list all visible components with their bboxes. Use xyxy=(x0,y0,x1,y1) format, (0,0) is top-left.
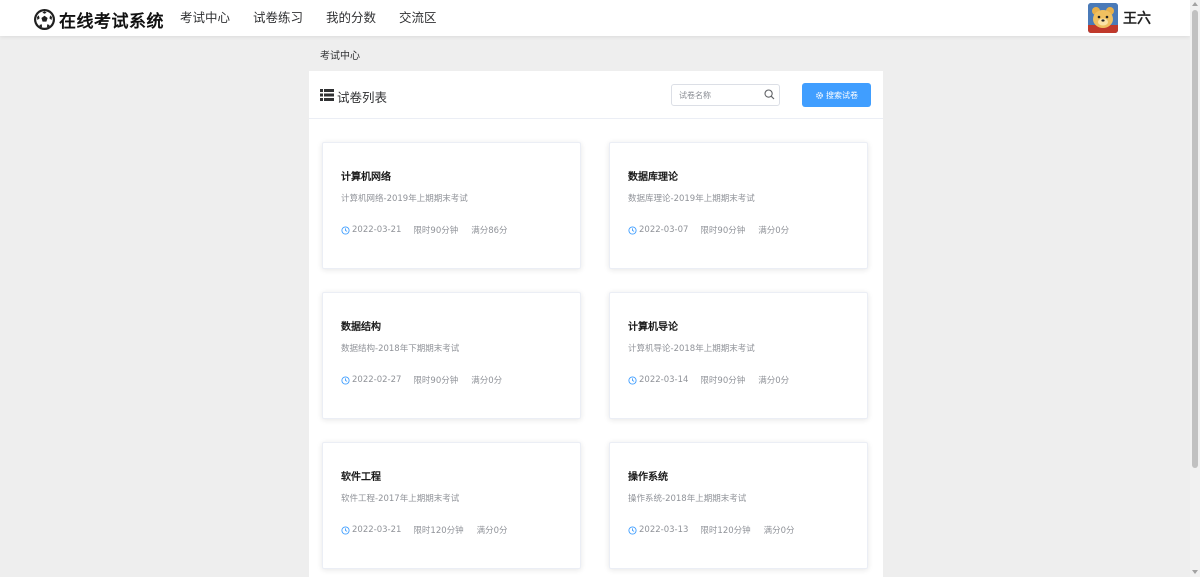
list-icon xyxy=(320,89,334,101)
exam-card[interactable]: 计算机网络 计算机网络-2019年上期期末考试 2022-03-21 限时90分… xyxy=(322,142,581,269)
search-exam-button-label: 搜索试卷 xyxy=(826,90,858,100)
exam-list-panel: 试卷列表 搜索试卷 计算机网络 计算机网络-2019年上期期末考试 2022-0… xyxy=(309,71,883,577)
nav-item-forum[interactable]: 交流区 xyxy=(399,0,437,36)
nav-item-my-scores[interactable]: 我的分数 xyxy=(326,0,376,36)
main-nav: 考试中心 试卷练习 我的分数 交流区 xyxy=(180,0,460,36)
exam-date: 2022-03-21 xyxy=(352,225,402,235)
exam-card[interactable]: 软件工程 软件工程-2017年上期期末考试 2022-03-21 限时120分钟… xyxy=(322,442,581,569)
exam-meta: 2022-03-14 限时90分钟 满分0分 xyxy=(628,374,789,386)
exam-full-score: 满分0分 xyxy=(758,376,790,386)
breadcrumb: 考试中心 xyxy=(320,51,360,62)
panel-title: 试卷列表 xyxy=(337,90,388,105)
site-title: 在线考试系统 xyxy=(59,11,164,32)
panel-header: 试卷列表 搜索试卷 xyxy=(309,71,883,119)
clock-icon xyxy=(341,525,350,535)
exam-full-score: 满分0分 xyxy=(471,376,503,386)
exam-date: 2022-03-21 xyxy=(352,525,402,535)
exam-meta: 2022-03-21 限时90分钟 满分86分 xyxy=(341,224,508,236)
exam-date: 2022-02-27 xyxy=(352,375,402,385)
exam-title[interactable]: 数据结构 xyxy=(341,318,381,333)
exam-title[interactable]: 数据库理论 xyxy=(628,168,678,183)
nav-item-paper-practice[interactable]: 试卷练习 xyxy=(253,0,303,36)
clock-icon xyxy=(628,525,637,535)
search-box[interactable] xyxy=(671,84,780,106)
exam-date: 2022-03-14 xyxy=(639,375,689,385)
exam-description: 操作系统-2018年上期期末考试 xyxy=(628,494,747,504)
clock-icon xyxy=(341,375,350,385)
user-name[interactable]: 王六 xyxy=(1123,8,1151,28)
scroll-down-arrow-icon[interactable] xyxy=(1192,570,1198,574)
logo[interactable]: 在线考试系统 xyxy=(34,8,164,32)
exam-duration: 限时90分钟 xyxy=(413,226,459,236)
page-scrollbar[interactable] xyxy=(1190,0,1200,577)
exam-description: 数据库理论-2019年上期期末考试 xyxy=(628,194,755,204)
scroll-up-arrow-icon[interactable] xyxy=(1192,2,1198,6)
exam-duration: 限时90分钟 xyxy=(413,376,459,386)
exam-meta: 2022-03-07 限时90分钟 满分0分 xyxy=(628,224,789,236)
exam-title[interactable]: 计算机网络 xyxy=(341,168,391,183)
top-navbar: 在线考试系统 考试中心 试卷练习 我的分数 交流区 王六 xyxy=(0,0,1190,36)
user-menu[interactable]: 王六 xyxy=(1088,3,1151,33)
exam-title[interactable]: 计算机导论 xyxy=(628,318,678,333)
exam-duration: 限时120分钟 xyxy=(700,526,751,536)
exam-card[interactable]: 数据结构 数据结构-2018年下期期末考试 2022-02-27 限时90分钟 … xyxy=(322,292,581,419)
scrollbar-thumb[interactable] xyxy=(1192,10,1198,468)
exam-full-score: 满分0分 xyxy=(763,526,795,536)
exam-title[interactable]: 操作系统 xyxy=(628,468,668,483)
clock-icon xyxy=(341,225,350,235)
exam-meta: 2022-03-21 限时120分钟 满分0分 xyxy=(341,524,508,536)
exam-date: 2022-03-13 xyxy=(639,525,689,535)
clock-icon xyxy=(628,375,637,385)
soccer-ball-icon xyxy=(34,8,55,30)
exam-meta: 2022-03-13 限时120分钟 满分0分 xyxy=(628,524,795,536)
search-exam-button[interactable]: 搜索试卷 xyxy=(802,83,871,107)
exam-duration: 限时90分钟 xyxy=(700,226,746,236)
exam-full-score: 满分0分 xyxy=(758,226,790,236)
exam-duration: 限时120分钟 xyxy=(413,526,464,536)
exam-card[interactable]: 计算机导论 计算机导论-2018年上期期末考试 2022-03-14 限时90分… xyxy=(609,292,868,419)
exam-description: 数据结构-2018年下期期末考试 xyxy=(341,344,460,354)
gear-icon xyxy=(816,91,823,99)
exam-date: 2022-03-07 xyxy=(639,225,689,235)
exam-duration: 限时90分钟 xyxy=(700,376,746,386)
nav-item-exam-center[interactable]: 考试中心 xyxy=(180,0,230,36)
exam-description: 计算机导论-2018年上期期末考试 xyxy=(628,344,755,354)
exam-full-score: 满分0分 xyxy=(476,526,508,536)
search-icon[interactable] xyxy=(764,89,775,100)
clock-icon xyxy=(628,225,637,235)
search-input[interactable] xyxy=(672,85,760,105)
exam-card[interactable]: 操作系统 操作系统-2018年上期期末考试 2022-03-13 限时120分钟… xyxy=(609,442,868,569)
exam-meta: 2022-02-27 限时90分钟 满分0分 xyxy=(341,374,502,386)
exam-full-score: 满分86分 xyxy=(471,226,508,236)
exam-title[interactable]: 软件工程 xyxy=(341,468,381,483)
avatar[interactable] xyxy=(1088,3,1118,33)
exam-card[interactable]: 数据库理论 数据库理论-2019年上期期末考试 2022-03-07 限时90分… xyxy=(609,142,868,269)
exam-description: 计算机网络-2019年上期期末考试 xyxy=(341,194,468,204)
exam-description: 软件工程-2017年上期期末考试 xyxy=(341,494,460,504)
